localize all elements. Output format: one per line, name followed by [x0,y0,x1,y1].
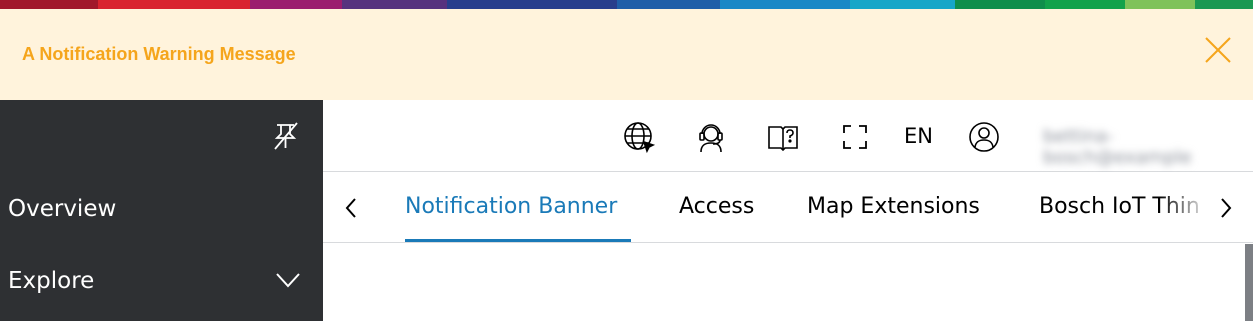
user-icon[interactable] [967,120,1001,154]
active-tab-indicator [405,239,631,242]
chevron-right-icon[interactable] [1215,196,1237,220]
documentation-icon[interactable] [766,120,800,154]
chevron-left-icon[interactable] [340,196,362,220]
sidebar-item-explore[interactable]: Explore [0,253,323,309]
brand-segment [0,0,98,9]
sidebar-item-label: Explore [8,268,95,294]
chevron-down-icon [276,273,300,288]
notification-message: A Notification Warning Message [22,44,296,64]
brand-segment [447,0,617,9]
brand-segment [1195,0,1253,9]
brand-segment [250,0,342,9]
sidebar-item-label: Overview [8,196,117,222]
fullscreen-icon[interactable] [838,120,872,154]
tab-map-extensions[interactable]: Map Extensions [807,194,980,219]
brand-segment [720,0,850,9]
brand-segment [850,0,955,9]
brand-color-bar [0,0,1253,9]
tab-bar: Notification Banner Access Map Extension… [323,172,1253,243]
close-icon[interactable] [1203,35,1233,65]
support-agent-icon[interactable] [694,120,728,154]
tab-notification-banner[interactable]: Notification Banner [405,194,617,219]
scrollbar[interactable] [1245,244,1253,321]
brand-segment [1045,0,1125,9]
brand-segment [955,0,1045,9]
content-area [323,244,1253,321]
language-selector[interactable]: EN [904,124,933,148]
brand-segment [342,0,447,9]
notification-banner: A Notification Warning Message [0,9,1253,100]
brand-segment [1125,0,1195,9]
header-bar: EN bettina-bosch@example [323,100,1253,172]
unpin-icon[interactable] [270,120,302,152]
tab-overflow-fade [1159,188,1209,228]
brand-segment [617,0,720,9]
tab-access[interactable]: Access [679,194,754,219]
sidebar: Overview Explore [0,100,323,321]
username[interactable]: bettina-bosch@example [1043,126,1253,168]
sidebar-item-overview[interactable]: Overview [0,181,323,237]
brand-segment [98,0,250,9]
globe-cursor-icon[interactable] [622,120,656,154]
